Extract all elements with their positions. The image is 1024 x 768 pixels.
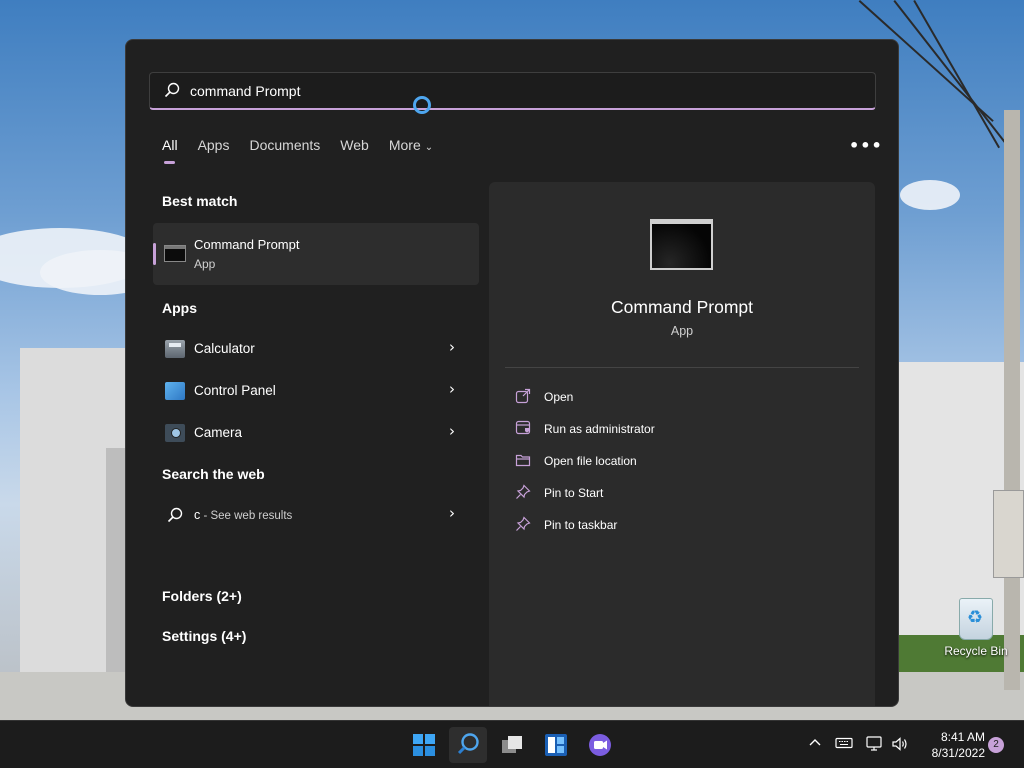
start-button[interactable]: [405, 727, 443, 763]
windows-logo-icon: [413, 734, 435, 756]
volume-icon: [892, 737, 907, 751]
action-pin-to-start[interactable]: Pin to Start: [515, 482, 845, 506]
action-label: Open: [544, 390, 574, 404]
best-match-type: App: [194, 257, 216, 271]
taskbar-search-button[interactable]: [449, 727, 487, 763]
search-web-heading: Search the web: [162, 466, 265, 482]
action-label: Pin to taskbar: [544, 518, 618, 532]
command-prompt-icon: [164, 245, 186, 262]
folder-icon: [515, 454, 531, 467]
app-item-calculator[interactable]: Calculator ›: [153, 330, 479, 368]
chevron-down-icon: ⌄: [424, 142, 434, 153]
chat-button[interactable]: [581, 727, 619, 763]
tab-documents[interactable]: Documents: [249, 137, 320, 167]
clock-date: 8/31/2022: [931, 746, 985, 760]
network-icon: [866, 736, 882, 751]
chevron-up-icon: [809, 739, 821, 746]
best-match-item[interactable]: Command Prompt App: [153, 223, 479, 285]
clock-button[interactable]: 8:41 AM 8/31/2022: [913, 729, 985, 761]
app-item-control-panel[interactable]: Control Panel ›: [153, 372, 479, 410]
search-icon: [167, 507, 183, 523]
pin-icon: [516, 484, 531, 499]
best-match-heading: Best match: [162, 193, 238, 209]
recycle-bin-icon: ♻: [959, 598, 993, 640]
search-input[interactable]: [190, 73, 830, 109]
search-box[interactable]: [149, 72, 876, 110]
notification-badge[interactable]: 2: [988, 737, 1004, 753]
folders-heading[interactable]: Folders (2+): [162, 588, 242, 604]
tab-apps[interactable]: Apps: [198, 137, 230, 167]
tab-web[interactable]: Web: [340, 137, 369, 167]
web-result-suffix: - See web results: [200, 510, 293, 522]
recycle-bin[interactable]: ♻ Recycle Bin: [940, 598, 1012, 658]
more-options-button[interactable]: •••: [849, 136, 883, 155]
command-prompt-icon: [650, 219, 713, 270]
show-hidden-icons-button[interactable]: [808, 736, 822, 754]
calculator-icon: [165, 340, 185, 358]
clock-time: 8:41 AM: [940, 730, 985, 744]
search-filter-tabs: All Apps Documents Web More ⌄: [162, 137, 453, 167]
preview-title: Command Prompt: [611, 297, 753, 317]
chevron-right-icon[interactable]: ›: [449, 338, 455, 356]
best-match-name: Command Prompt: [194, 237, 300, 252]
divider: [505, 367, 859, 368]
chevron-right-icon[interactable]: ›: [449, 504, 455, 522]
action-open-file-location[interactable]: Open file location: [515, 450, 845, 474]
network-button[interactable]: [866, 736, 884, 756]
app-item-label: Camera: [194, 425, 243, 440]
action-pin-to-taskbar[interactable]: Pin to taskbar: [515, 514, 845, 538]
busy-indicator-icon: [413, 96, 431, 114]
preview-subtitle: App: [670, 324, 694, 338]
action-run-as-administrator[interactable]: Run as administrator: [515, 418, 845, 442]
shield-window-icon: [515, 420, 531, 435]
pin-icon: [516, 516, 531, 531]
search-icon: [457, 733, 479, 755]
volume-button[interactable]: [891, 736, 909, 756]
control-panel-icon: [165, 382, 185, 400]
action-label: Open file location: [544, 454, 637, 468]
keyboard-icon: [835, 737, 853, 749]
apps-heading: Apps: [162, 300, 197, 316]
camera-icon: [165, 424, 185, 442]
widgets-button[interactable]: [537, 727, 575, 763]
app-item-label: Calculator: [194, 341, 255, 356]
chat-icon: [589, 734, 611, 756]
web-result-label: c - See web results: [194, 508, 292, 522]
taskbar: 8:41 AM 8/31/2022 2: [0, 720, 1024, 768]
app-item-label: Control Panel: [194, 383, 276, 398]
action-label: Run as administrator: [544, 422, 655, 436]
task-view-icon: [502, 736, 522, 753]
search-panel: All Apps Documents Web More⌄ ••• Best ma…: [125, 39, 899, 707]
tab-all[interactable]: All: [162, 137, 178, 167]
tab-more[interactable]: More ⌄: [389, 137, 433, 167]
chevron-right-icon[interactable]: ›: [449, 380, 455, 398]
task-view-button[interactable]: [493, 727, 531, 763]
settings-heading[interactable]: Settings (4+): [162, 628, 246, 644]
web-result-item[interactable]: c - See web results ›: [153, 496, 479, 534]
chevron-right-icon[interactable]: ›: [449, 422, 455, 440]
widgets-icon: [545, 734, 567, 756]
action-label: Pin to Start: [544, 486, 604, 500]
action-open[interactable]: Open: [515, 386, 845, 410]
selection-indicator: [153, 243, 156, 265]
app-item-camera[interactable]: Camera ›: [153, 414, 479, 452]
recycle-bin-label: Recycle Bin: [944, 644, 1008, 658]
keyboard-button[interactable]: [835, 736, 853, 754]
open-external-icon: [515, 388, 531, 404]
search-icon: [164, 82, 180, 98]
preview-pane: Command Prompt App Open Run as administr…: [489, 182, 875, 706]
